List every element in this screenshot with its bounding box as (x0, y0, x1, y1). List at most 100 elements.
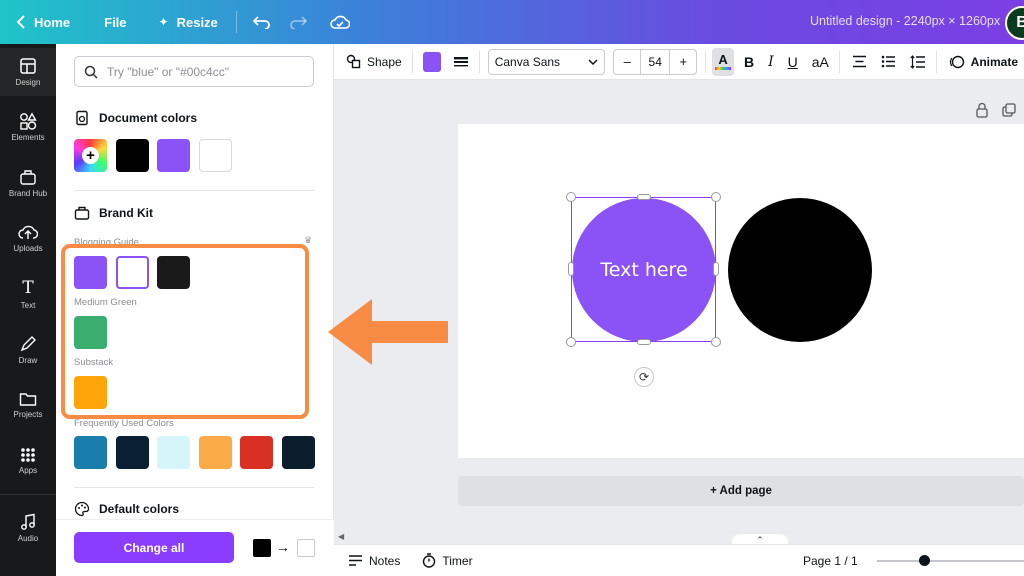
bold-button[interactable]: B (738, 48, 760, 76)
notes-button[interactable]: Notes (342, 547, 406, 575)
brand-kit-title: Brand Kit (99, 206, 153, 220)
spacing-button[interactable] (904, 48, 932, 76)
text-case-button[interactable]: aA (806, 48, 835, 76)
home-button[interactable]: Home (10, 6, 76, 38)
toolbar-divider (411, 50, 413, 73)
italic-button[interactable]: I (762, 48, 780, 76)
duplicate-icon[interactable] (1002, 103, 1016, 117)
document-colors-title: Document colors (99, 111, 198, 125)
rail-item-design[interactable]: Design (0, 48, 56, 96)
redo-button[interactable] (283, 7, 313, 37)
align-center-icon (852, 55, 866, 68)
default-colors-title: Default colors (99, 502, 180, 516)
document-color-swatch[interactable] (157, 139, 190, 172)
black-circle-shape[interactable] (728, 198, 872, 342)
bottom-bar: Notes Timer Page 1 / 1 (334, 544, 1024, 576)
section-divider (74, 487, 314, 488)
frequent-color-swatch[interactable] (240, 436, 273, 469)
redo-icon (289, 16, 307, 29)
frequent-color-swatch[interactable] (282, 436, 315, 469)
rail-item-elements[interactable]: Elements (0, 103, 56, 151)
resize-handle[interactable] (566, 337, 576, 347)
fill-color-button[interactable] (422, 51, 441, 72)
to-color-swatch (297, 539, 315, 557)
animate-button[interactable]: Animate (943, 48, 1024, 76)
animate-label: Animate (970, 54, 1018, 69)
resize-handle[interactable] (711, 192, 721, 202)
border-style-button[interactable] (447, 48, 475, 76)
decrease-size-button[interactable]: – (614, 54, 640, 69)
color-search-input[interactable]: Try "blue" or "#00c4cc" (74, 56, 314, 87)
document-title[interactable]: Untitled design - 2240px × 1260px (810, 14, 1000, 28)
align-button[interactable] (846, 48, 873, 76)
top-header: Home File ✦ Resize Untitled design - 224… (0, 0, 1024, 44)
rail-item-uploads[interactable]: Uploads (0, 214, 56, 262)
rail-divider (0, 494, 56, 495)
avatar[interactable]: B (1005, 6, 1024, 40)
font-family-select[interactable]: Canva Sans (487, 48, 606, 75)
resize-handle[interactable] (568, 262, 574, 276)
from-color-swatch (253, 539, 271, 557)
change-all-button[interactable]: Change all (74, 532, 234, 563)
scroll-left-arrow[interactable]: ◀ (338, 532, 344, 541)
frequent-color-swatch[interactable] (116, 436, 149, 469)
text-color-button[interactable]: A (712, 47, 734, 76)
zoom-slider-handle[interactable] (919, 555, 930, 566)
font-size-value[interactable]: 54 (640, 49, 671, 74)
change-all-label: Change all (123, 540, 185, 555)
document-color-swatch[interactable] (116, 139, 149, 172)
zoom-slider-track[interactable] (877, 560, 1024, 562)
toolbar-divider (838, 50, 840, 73)
rail-label-text: Text (20, 301, 36, 310)
design-page[interactable]: Text here ⟳ (458, 124, 1024, 458)
cloud-save-button[interactable] (325, 7, 355, 37)
frequent-color-swatch[interactable] (199, 436, 232, 469)
rail-label-brand-hub: Brand Hub (8, 189, 48, 198)
selection-box (571, 197, 716, 342)
add-color-button[interactable]: + (74, 139, 107, 172)
resize-handle[interactable] (713, 262, 719, 276)
resize-handle[interactable] (711, 337, 721, 347)
file-menu-button[interactable]: File (98, 6, 132, 38)
left-rail: Design Elements Brand Hub Uploads T Text… (0, 44, 56, 576)
border-style-icon (453, 56, 468, 66)
rail-label-uploads: Uploads (13, 244, 43, 253)
rail-item-text[interactable]: T Text (0, 270, 56, 318)
arrow-right-icon: → (276, 539, 290, 555)
rainbow-bar (715, 67, 732, 70)
increase-size-button[interactable]: + (670, 54, 696, 69)
resize-handle[interactable] (566, 192, 576, 202)
frequent-color-swatch[interactable] (157, 436, 190, 469)
underline-button[interactable]: U (782, 48, 804, 76)
font-size-stepper[interactable]: – 54 + (613, 48, 698, 75)
rail-item-projects[interactable]: Projects (0, 381, 56, 429)
document-colors-heading: Document colors (74, 110, 197, 126)
rail-label-elements: Elements (11, 133, 45, 142)
shape-icon (346, 54, 361, 69)
editor-toolbar: Shape Canva Sans – 54 + A B I U aA Anima… (334, 44, 1024, 80)
page-indicator[interactable]: Page 1 / 1 (803, 554, 858, 568)
resize-handle[interactable] (637, 194, 651, 200)
annotation-arrow-icon (328, 299, 448, 365)
frequent-color-swatch[interactable] (74, 436, 107, 469)
notes-icon (349, 555, 362, 566)
rail-item-brand-hub[interactable]: Brand Hub (0, 159, 56, 207)
rail-item-apps[interactable]: Apps (0, 437, 56, 485)
timer-button[interactable]: Timer (416, 547, 478, 575)
list-button[interactable] (875, 48, 902, 76)
frequently-used-label: Frequently Used Colors (74, 418, 174, 429)
document-color-swatch[interactable] (199, 139, 232, 172)
plus-icon: + (82, 147, 99, 164)
header-divider (235, 11, 237, 33)
resize-button[interactable]: ✦ Resize (153, 6, 224, 38)
rotate-handle[interactable]: ⟳ (634, 367, 654, 387)
rail-label-draw: Draw (18, 356, 38, 365)
rail-item-audio[interactable]: Audio (0, 504, 56, 552)
undo-button[interactable] (247, 7, 277, 37)
resize-handle[interactable] (637, 339, 651, 345)
shape-button[interactable]: Shape (340, 48, 408, 76)
add-page-button[interactable]: + Add page (458, 476, 1024, 506)
lock-icon[interactable] (975, 102, 989, 118)
rail-label-audio: Audio (17, 534, 39, 543)
rail-item-draw[interactable]: Draw (0, 326, 56, 374)
